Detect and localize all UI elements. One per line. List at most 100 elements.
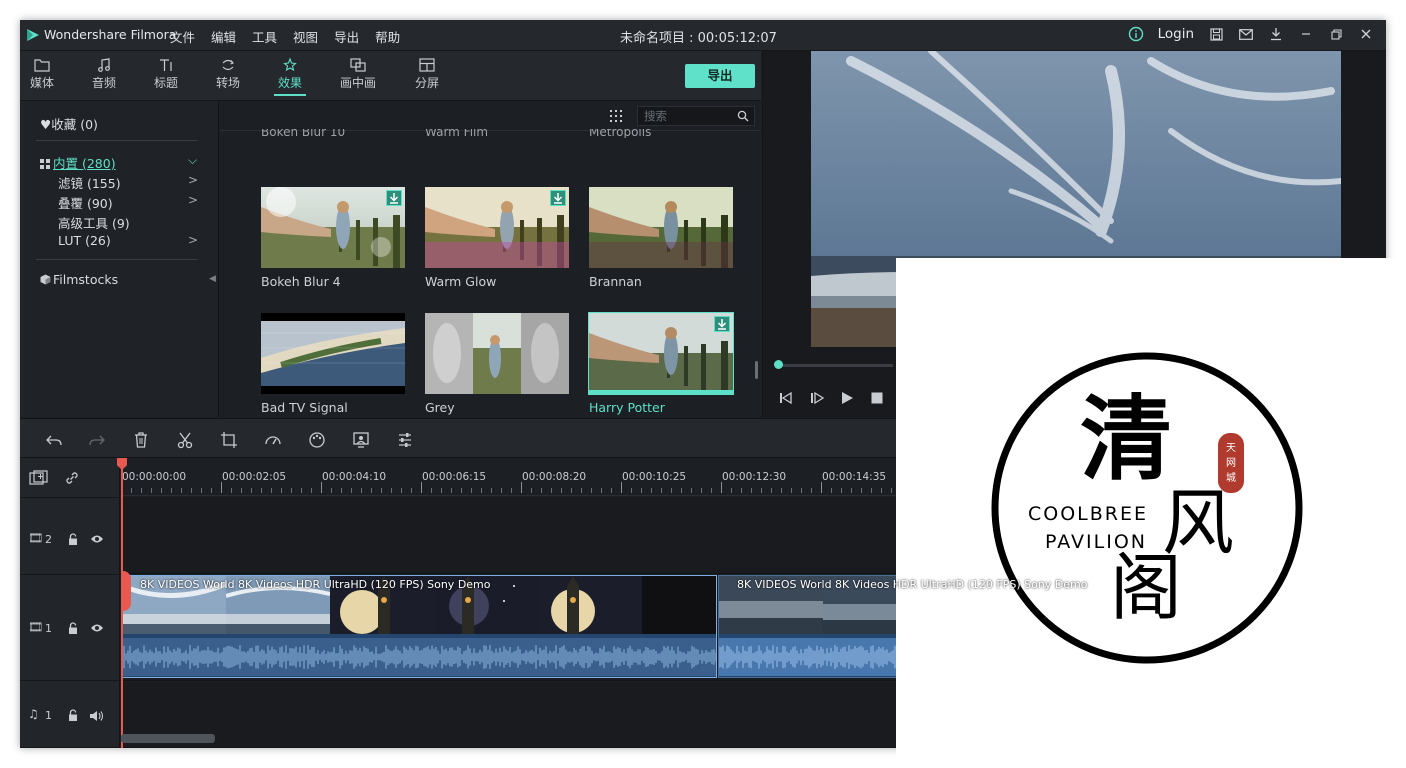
favorites-item[interactable]: ♥收藏 (0) bbox=[40, 114, 98, 133]
timeline-header-tools bbox=[20, 458, 120, 498]
close-icon[interactable] bbox=[1358, 25, 1374, 43]
download-icon[interactable] bbox=[1268, 25, 1284, 43]
search-input[interactable] bbox=[644, 108, 734, 124]
menu-edit[interactable]: 编辑 bbox=[211, 27, 236, 46]
ruler-tick bbox=[401, 488, 402, 493]
grid-view-icon[interactable] bbox=[609, 109, 623, 123]
ruler-tick bbox=[231, 488, 232, 493]
export-button[interactable]: 导出 bbox=[685, 64, 755, 88]
timecode-label: 00:00:02:05 bbox=[222, 471, 287, 483]
speed-icon[interactable] bbox=[264, 431, 282, 449]
effects-icon bbox=[283, 57, 297, 72]
menu-file[interactable]: 文件 bbox=[170, 27, 195, 46]
menu-help[interactable]: 帮助 bbox=[375, 27, 400, 46]
eye-icon[interactable] bbox=[90, 534, 104, 544]
green-screen-icon[interactable] bbox=[352, 431, 370, 449]
grid-icon bbox=[40, 159, 50, 169]
collapse-sidebar-icon[interactable]: ◀ bbox=[209, 274, 216, 284]
ruler-tick bbox=[811, 488, 812, 493]
speaker-icon[interactable] bbox=[89, 710, 104, 722]
info-icon[interactable] bbox=[1128, 25, 1144, 43]
tab-transitions[interactable]: 转场 bbox=[208, 57, 248, 91]
tab-pip[interactable]: 画中画 bbox=[338, 57, 378, 91]
ruler-tick bbox=[191, 488, 192, 493]
ruler-tick bbox=[611, 488, 612, 493]
preview-scrub-bar[interactable] bbox=[774, 360, 893, 369]
filmstocks-item[interactable]: Filmstocks bbox=[40, 272, 118, 287]
subcategory-overlays[interactable]: 叠覆 (90) bbox=[58, 193, 113, 212]
timecode-label: 00:00:04:10 bbox=[322, 471, 387, 483]
subcategory-filters[interactable]: 滤镜 (155) bbox=[58, 173, 121, 192]
minimize-icon[interactable] bbox=[1298, 25, 1314, 43]
music-note-icon: ♫ bbox=[28, 707, 39, 721]
stop-icon[interactable] bbox=[870, 391, 884, 405]
ruler-tick bbox=[531, 488, 532, 493]
maximize-icon[interactable] bbox=[1328, 25, 1344, 43]
add-track-icon[interactable] bbox=[29, 470, 49, 486]
effect-thumbnail-brannan[interactable] bbox=[589, 187, 733, 268]
ruler-tick bbox=[671, 488, 672, 493]
ruler-tick bbox=[541, 488, 542, 493]
eye-icon[interactable] bbox=[90, 623, 104, 633]
ruler-tick bbox=[151, 488, 152, 493]
ruler-tick bbox=[751, 488, 752, 493]
timecode-label: 00:00:12:30 bbox=[722, 471, 787, 483]
redo-icon[interactable] bbox=[88, 431, 106, 449]
chevron-right-icon[interactable]: > bbox=[188, 173, 198, 187]
menu-export[interactable]: 导出 bbox=[334, 27, 359, 46]
play-icon[interactable] bbox=[840, 391, 854, 405]
category-builtin-label: 内置 (280) bbox=[53, 156, 116, 171]
save-icon[interactable] bbox=[1208, 25, 1224, 43]
playhead[interactable] bbox=[121, 458, 123, 748]
logo-english-line1: COOLBREE bbox=[1028, 503, 1148, 525]
download-badge-icon[interactable] bbox=[714, 316, 730, 332]
chevron-down-icon[interactable]: ⌵ bbox=[188, 153, 197, 168]
color-icon[interactable] bbox=[308, 431, 326, 449]
timeline-horizontal-scrollbar[interactable] bbox=[121, 734, 215, 743]
filmstocks-label: Filmstocks bbox=[53, 272, 119, 287]
download-badge-icon[interactable] bbox=[386, 190, 402, 206]
ruler-tick bbox=[841, 488, 842, 493]
delete-icon[interactable] bbox=[132, 431, 150, 449]
chevron-right-icon[interactable]: > bbox=[188, 193, 198, 207]
chevron-right-icon[interactable]: > bbox=[188, 233, 198, 247]
crop-icon[interactable] bbox=[220, 431, 238, 449]
tab-effects[interactable]: 效果 bbox=[270, 57, 310, 96]
grid-scrollbar[interactable] bbox=[755, 361, 758, 379]
cut-icon[interactable] bbox=[176, 431, 194, 449]
audio-mixer-icon[interactable] bbox=[396, 431, 414, 449]
category-builtin[interactable]: 内置 (280) bbox=[40, 153, 116, 172]
tab-audio[interactable]: 音频 bbox=[84, 57, 124, 91]
search-icon[interactable] bbox=[737, 110, 749, 122]
menu-tools[interactable]: 工具 bbox=[252, 27, 277, 46]
undo-icon[interactable] bbox=[45, 431, 63, 449]
ruler-tick bbox=[341, 488, 342, 493]
login-link[interactable]: Login bbox=[1158, 26, 1194, 42]
subcategory-lut[interactable]: LUT (26) bbox=[58, 233, 111, 248]
subcategory-advanced-tools[interactable]: 高级工具 (9) bbox=[58, 213, 130, 232]
menu-view[interactable]: 视图 bbox=[293, 27, 318, 46]
effect-thumbnail-bokeh-blur-4[interactable] bbox=[261, 187, 405, 268]
tab-split-screen[interactable]: 分屏 bbox=[407, 57, 447, 91]
mail-icon[interactable] bbox=[1238, 25, 1254, 43]
download-badge-icon[interactable] bbox=[550, 190, 566, 206]
effect-thumbnail-bad-tv-signal[interactable] bbox=[261, 313, 405, 394]
effect-thumbnail-harry-potter[interactable] bbox=[588, 312, 734, 395]
video-clip[interactable]: 8K VIDEOS World 8K Videos HDR UltraHD (1… bbox=[121, 575, 717, 678]
tab-media[interactable]: 媒体 bbox=[22, 57, 62, 91]
film-icon: 🎞 bbox=[28, 531, 44, 545]
step-back-icon[interactable] bbox=[778, 391, 794, 405]
effect-thumbnail-grey[interactable] bbox=[425, 313, 569, 394]
effect-thumbnail-warm-glow[interactable] bbox=[425, 187, 569, 268]
step-forward-icon[interactable] bbox=[809, 391, 825, 405]
lock-icon[interactable] bbox=[67, 533, 79, 546]
preview-scrub-handle[interactable] bbox=[774, 360, 783, 369]
ruler-tick bbox=[881, 488, 882, 493]
lock-icon[interactable] bbox=[67, 709, 79, 722]
link-icon[interactable] bbox=[64, 470, 80, 486]
ruler-tick bbox=[271, 488, 272, 493]
tab-titles[interactable]: 标题 bbox=[146, 57, 186, 91]
ruler-tick bbox=[371, 488, 372, 493]
ruler-tick bbox=[621, 482, 622, 493]
lock-icon[interactable] bbox=[67, 622, 79, 635]
